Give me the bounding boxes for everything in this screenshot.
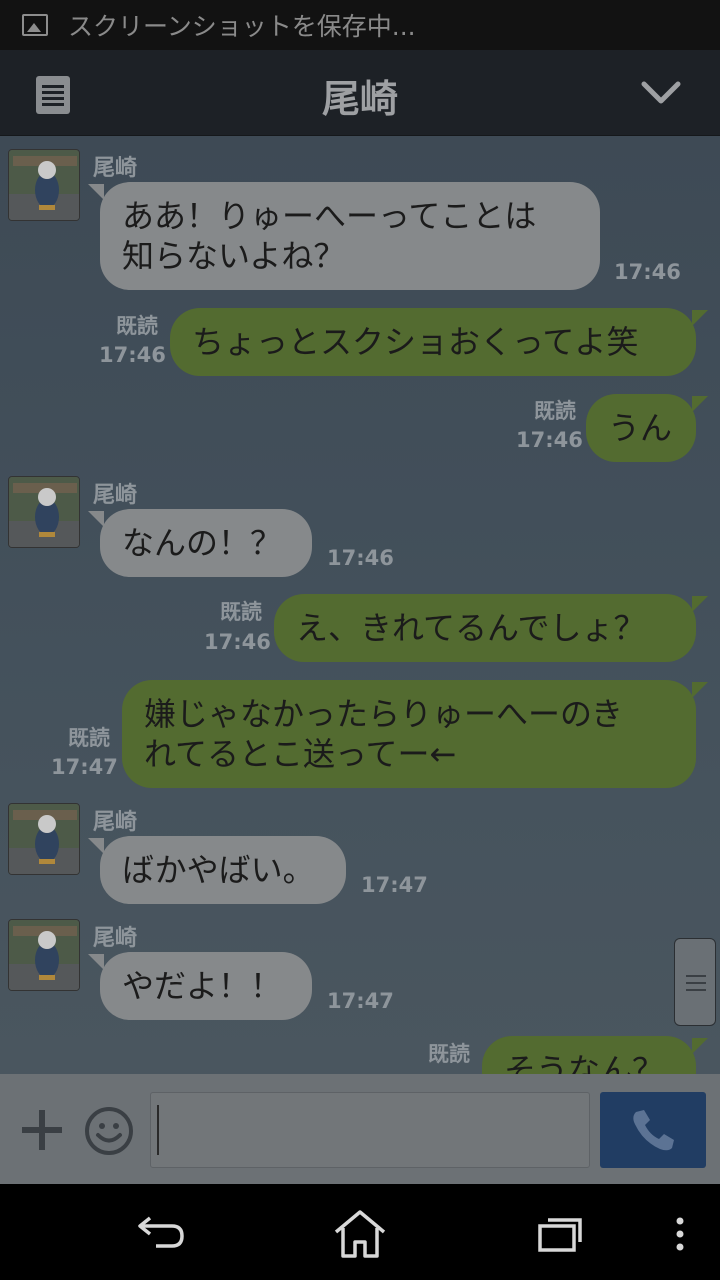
message-input[interactable] xyxy=(150,1092,590,1168)
avatar[interactable] xyxy=(8,149,80,221)
status-text: スクリーンショットを保存中... xyxy=(68,12,416,41)
incoming-message[interactable]: ばかやばい。 xyxy=(88,836,346,904)
message-line: れてるとこ送ってー← xyxy=(144,735,457,773)
read-receipt: 既読 xyxy=(116,314,158,338)
read-receipt: 既読 xyxy=(428,1042,470,1066)
message-time: 17:47 xyxy=(361,873,428,897)
sender-name: 尾崎 xyxy=(93,926,138,951)
read-receipt: 既読 xyxy=(220,600,262,624)
recent-apps-icon[interactable] xyxy=(536,1214,586,1254)
message-time: 17:46 xyxy=(614,260,681,284)
call-button[interactable] xyxy=(600,1092,706,1168)
screenshot-notification-icon xyxy=(22,14,48,36)
read-receipt: 既読 xyxy=(68,726,110,750)
message-time: 17:46 xyxy=(516,428,583,452)
message-line: 知らないよね？ xyxy=(122,237,346,275)
outgoing-message[interactable]: え、きれてるんでしょ？ xyxy=(274,594,708,662)
message-time: 17:46 xyxy=(327,546,394,570)
sender-name: 尾崎 xyxy=(93,156,138,181)
sender-name: 尾崎 xyxy=(93,810,138,835)
avatar[interactable] xyxy=(8,919,80,991)
outgoing-message[interactable]: うん xyxy=(586,394,708,462)
phone-icon xyxy=(633,1110,674,1151)
chat-area[interactable]: 尾崎 ああ！りゅーへーってことは 知らないよね？ 17:46 既読 17:46 … xyxy=(0,136,720,1074)
message-time: 17:46 xyxy=(204,630,271,654)
message-time: 17:47 xyxy=(51,755,118,779)
home-icon[interactable] xyxy=(332,1208,388,1260)
message-time: 17:46 xyxy=(99,343,166,367)
incoming-message[interactable]: ああ！りゅーへーってことは 知らないよね？ xyxy=(88,182,600,290)
read-receipt: 既読 xyxy=(534,399,576,423)
more-options-icon[interactable] xyxy=(674,1216,686,1252)
outgoing-message[interactable]: ちょっとスクショおくってよ笑 xyxy=(170,308,708,376)
plus-icon[interactable] xyxy=(20,1108,64,1152)
message-line: ああ！りゅーへーってことは xyxy=(122,197,537,235)
emoji-icon[interactable] xyxy=(84,1106,134,1156)
incoming-message[interactable]: なんの！？ xyxy=(88,509,312,577)
sender-name: 尾崎 xyxy=(93,483,138,508)
outgoing-message[interactable]: そうなん？ xyxy=(482,1036,708,1074)
status-bar: スクリーンショットを保存中... xyxy=(0,0,720,50)
navigation-bar xyxy=(0,1184,720,1280)
chat-header: 尾崎 xyxy=(0,50,720,136)
text-caret xyxy=(157,1105,159,1155)
incoming-message[interactable]: やだよ！！ xyxy=(88,952,312,1020)
outgoing-message[interactable]: 嫌じゃなかったらりゅーへーのき れてるとこ送ってー← xyxy=(122,680,708,788)
avatar[interactable] xyxy=(8,803,80,875)
chevron-down-icon[interactable] xyxy=(640,72,682,114)
scroll-handle[interactable] xyxy=(674,938,716,1026)
input-bar xyxy=(0,1074,720,1184)
back-icon[interactable] xyxy=(136,1212,186,1252)
chat-title: 尾崎 xyxy=(321,77,398,121)
message-time: 17:47 xyxy=(327,989,394,1013)
message-line: 嫌じゃなかったらりゅーへーのき xyxy=(144,695,624,733)
avatar[interactable] xyxy=(8,476,80,548)
